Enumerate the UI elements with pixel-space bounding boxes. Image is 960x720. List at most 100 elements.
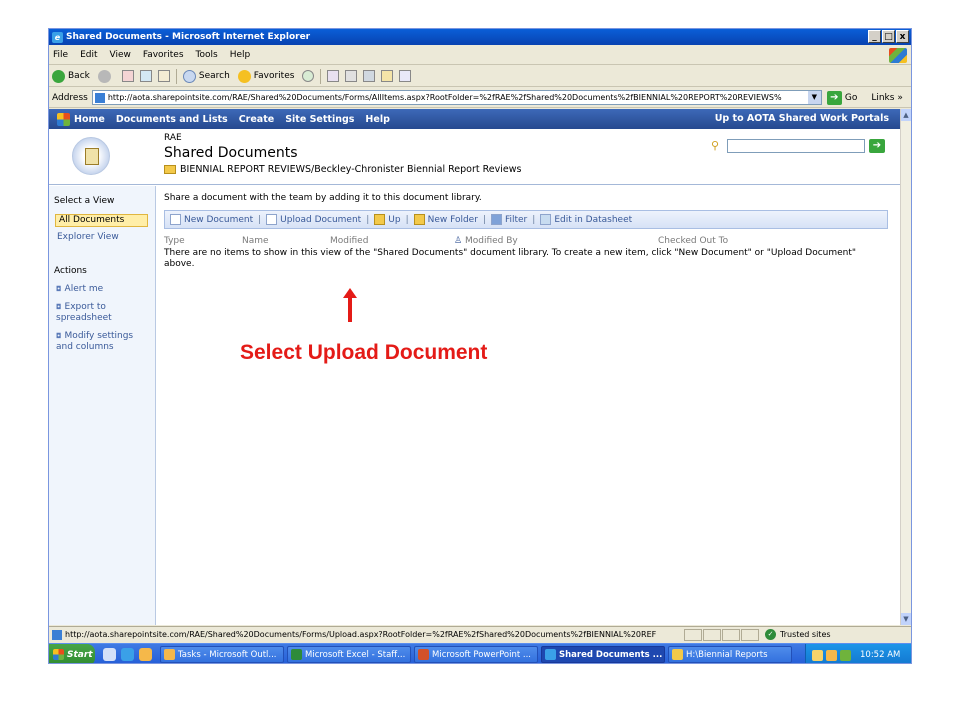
ie-icon[interactable]: [121, 648, 134, 661]
forward-button[interactable]: [97, 69, 114, 83]
maximize-button[interactable]: □: [882, 30, 895, 43]
menu-favorites[interactable]: Favorites: [143, 50, 184, 60]
view-all-documents[interactable]: All Documents: [55, 214, 148, 227]
view-explorer[interactable]: Explorer View: [57, 232, 119, 242]
upload-document-button[interactable]: Upload Document: [266, 214, 361, 225]
edit-in-datasheet-button[interactable]: Edit in Datasheet: [540, 214, 632, 225]
vertical-scrollbar[interactable]: ▲ ▼: [900, 109, 911, 625]
task-outlook[interactable]: Tasks - Microsoft Outl...: [160, 646, 284, 663]
action-label: Alert me: [64, 284, 104, 294]
instruction-label: Select Upload Document: [240, 341, 488, 364]
windows-flag-icon: [53, 649, 64, 660]
task-biennial-reports[interactable]: H:\Biennial Reports: [668, 646, 792, 663]
up-folder-icon: [374, 214, 386, 225]
print-icon[interactable]: [345, 70, 358, 82]
home-icon[interactable]: [157, 70, 170, 82]
favorites-button[interactable]: Favorites: [237, 69, 295, 83]
menu-file[interactable]: File: [53, 50, 68, 60]
stop-icon[interactable]: [121, 70, 134, 82]
address-input[interactable]: http://aota.sharepointsite.com/RAE/Share…: [91, 90, 822, 105]
new-folder-button[interactable]: New Folder: [413, 214, 478, 225]
search-go-button[interactable]: ➔: [869, 139, 885, 153]
action-alert-me[interactable]: ◘ Alert me: [56, 284, 103, 295]
nav-help[interactable]: Help: [365, 114, 389, 125]
outlook-icon[interactable]: [139, 648, 152, 661]
new-document-icon: [170, 214, 181, 225]
outlook-icon: [164, 649, 175, 660]
column-modified[interactable]: Modified: [330, 236, 368, 246]
ie-icon: e: [52, 31, 63, 43]
window-title: Shared Documents - Microsoft Internet Ex…: [66, 32, 311, 42]
filter-button[interactable]: Filter: [490, 214, 527, 225]
favorites-label: Favorites: [253, 71, 295, 81]
go-button[interactable]: ➔ Go: [826, 90, 857, 105]
search-input[interactable]: [727, 139, 865, 153]
sharepoint-logo-icon: [57, 112, 70, 126]
title-bar: e Shared Documents - Microsoft Internet …: [49, 29, 911, 45]
excel-icon: [291, 649, 302, 660]
nav-up-to-portal[interactable]: Up to AOTA Shared Work Portals: [715, 113, 889, 124]
site-name[interactable]: RAE: [164, 133, 182, 143]
mail-tray-icon[interactable]: [812, 649, 823, 661]
status-cell: [703, 628, 721, 641]
trusted-check-icon: ✓: [765, 629, 776, 640]
powerpoint-icon: [418, 649, 429, 660]
column-type[interactable]: Type: [164, 236, 185, 246]
folder-icon: [164, 165, 176, 174]
folder-icon[interactable]: [381, 70, 394, 82]
outlook-tray-icon[interactable]: [826, 649, 837, 661]
mail-icon[interactable]: [327, 70, 340, 82]
start-button[interactable]: Start: [49, 643, 95, 663]
nav-documents-and-lists[interactable]: Documents and Lists: [116, 114, 228, 125]
address-dropdown-icon[interactable]: ▼: [807, 91, 821, 104]
page-content: Home Documents and Lists Create Site Set…: [49, 109, 901, 625]
refresh-icon[interactable]: [139, 70, 152, 82]
research-icon[interactable]: [399, 70, 412, 82]
links-button[interactable]: Links »: [871, 93, 903, 103]
toolbar-divider: |: [532, 214, 536, 225]
status-cell: [722, 628, 740, 641]
action-export-to-spreadsheet[interactable]: ◘ Export to spreadsheet: [56, 302, 146, 324]
menu-edit[interactable]: Edit: [80, 50, 97, 60]
windows-taskbar: Start Tasks - Microsoft Outl... Microsof…: [49, 643, 911, 663]
menu-help[interactable]: Help: [230, 50, 251, 60]
scroll-up-icon[interactable]: ▲: [901, 109, 911, 121]
red-arrow-icon: [343, 288, 357, 322]
nav-home[interactable]: Home: [74, 114, 105, 125]
nav-create[interactable]: Create: [239, 114, 275, 125]
nav-site-settings[interactable]: Site Settings: [285, 114, 354, 125]
empty-library-message: There are no items to show in this view …: [164, 248, 857, 269]
up-folder-button[interactable]: Up: [374, 214, 401, 225]
folder-icon: [672, 649, 683, 660]
system-tray: 10:52 AM: [805, 644, 911, 663]
address-bar: Address http://aota.sharepointsite.com/R…: [49, 88, 911, 108]
action-modify-settings[interactable]: ◘ Modify settings and columns: [56, 331, 148, 353]
close-button[interactable]: x: [896, 30, 909, 43]
task-powerpoint[interactable]: Microsoft PowerPoint ...: [414, 646, 538, 663]
status-bar: http://aota.sharepointsite.com/RAE/Share…: [49, 626, 911, 642]
edit-icon[interactable]: [363, 70, 376, 82]
new-document-button[interactable]: New Document: [170, 214, 253, 225]
column-checked-out-to[interactable]: Checked Out To: [658, 236, 728, 246]
status-url: http://aota.sharepointsite.com/RAE/Share…: [65, 630, 657, 639]
network-tray-icon[interactable]: [840, 649, 851, 661]
site-search: ⚲ ➔: [711, 139, 885, 153]
show-desktop-icon[interactable]: [103, 648, 116, 661]
scroll-down-icon[interactable]: ▼: [901, 613, 911, 625]
status-cell: [741, 628, 759, 641]
search-button[interactable]: Search: [182, 69, 230, 83]
column-modified-by[interactable]: ♙ Modified By: [454, 236, 518, 246]
task-excel[interactable]: Microsoft Excel - Staff...: [287, 646, 411, 663]
menu-bar: File Edit View Favorites Tools Help: [49, 46, 911, 65]
back-button[interactable]: Back: [52, 69, 90, 83]
minimize-button[interactable]: _: [868, 30, 881, 43]
up-label: Up: [388, 214, 401, 225]
go-arrow-icon: ➔: [826, 90, 842, 105]
menu-tools[interactable]: Tools: [196, 50, 218, 60]
history-icon[interactable]: [302, 70, 315, 82]
task-shared-documents[interactable]: Shared Documents ...: [541, 646, 665, 663]
address-label: Address: [52, 92, 88, 103]
menu-view[interactable]: View: [110, 50, 131, 60]
search-label: Search: [198, 71, 230, 81]
column-name[interactable]: Name: [242, 236, 269, 246]
